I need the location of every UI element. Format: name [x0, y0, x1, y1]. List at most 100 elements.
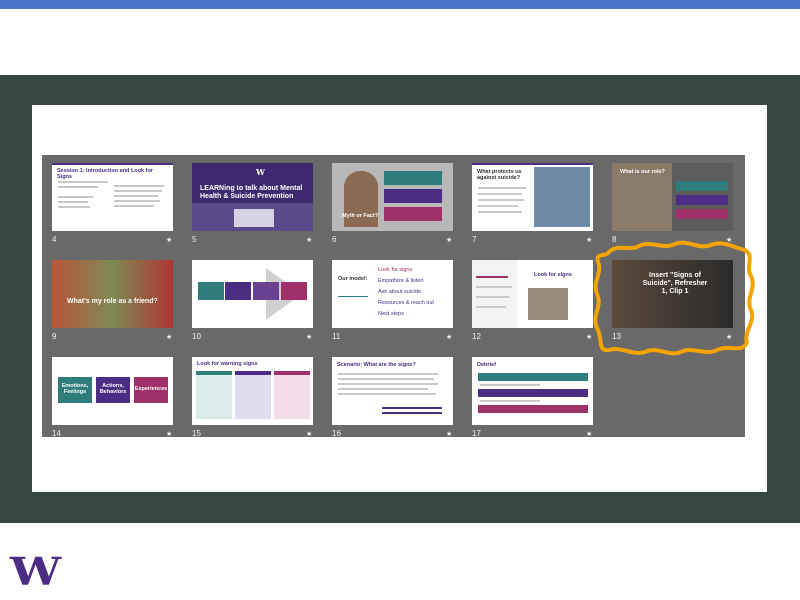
- slide-number: 6: [332, 235, 337, 244]
- slide-thumbnail[interactable]: Session 1: Introduction and Look for Sig…: [52, 163, 173, 231]
- slide-number: 10: [192, 332, 201, 341]
- top-accent-bar: [0, 0, 800, 9]
- text-line: [338, 388, 428, 390]
- step-box: [281, 282, 307, 300]
- text-line: [478, 205, 518, 207]
- slide-title: Session 1: Introduction and Look for Sig…: [57, 168, 153, 180]
- slide-thumbnail[interactable]: Look for signs: [472, 260, 593, 328]
- text-line: [476, 286, 512, 288]
- question-bar: [478, 389, 588, 397]
- model-step: Next steps: [378, 311, 404, 317]
- slide-thumbnail[interactable]: What's my role as a friend?: [52, 260, 173, 328]
- slide-title: What's my role as a friend?: [67, 298, 158, 305]
- sidebar-panel: [472, 260, 517, 328]
- text-line: [476, 276, 508, 278]
- model-step: Look for signs: [378, 267, 413, 273]
- role-box: [676, 209, 728, 219]
- slide-photo: [528, 288, 568, 320]
- text-line: [338, 393, 436, 395]
- divider: [338, 296, 368, 297]
- column-box: [235, 371, 271, 419]
- text-line: [382, 412, 442, 414]
- slide-title: Look for warning signs: [197, 361, 258, 367]
- slide-number: 14: [52, 429, 61, 438]
- text-line: [382, 407, 442, 409]
- star-icon: ★: [306, 334, 313, 341]
- slide-thumbnail[interactable]: Myth or Fact?: [332, 163, 453, 231]
- star-icon: ★: [586, 431, 593, 438]
- slide-title: Our model:: [338, 276, 368, 282]
- slide-photo: [534, 167, 590, 227]
- text-line: [478, 211, 522, 213]
- fact-box: [384, 207, 442, 221]
- slide-thumbnail[interactable]: [192, 260, 313, 328]
- text-line: [114, 195, 158, 197]
- slide-accent: [52, 163, 173, 165]
- star-icon: ★: [306, 431, 313, 438]
- text-line: [58, 201, 88, 203]
- uw-logo: W: [10, 549, 62, 594]
- star-icon: ★: [166, 334, 173, 341]
- slide-title: Scenario: What are the signs?: [337, 362, 416, 368]
- star-icon: ★: [446, 431, 453, 438]
- slide-title: What protects us against suicide?: [477, 169, 522, 181]
- fact-box: [384, 171, 442, 185]
- star-icon: ★: [586, 237, 593, 244]
- text-line: [338, 383, 438, 385]
- slide-number: 9: [52, 332, 57, 341]
- slide-title: Myth or Fact?: [342, 213, 379, 219]
- text-line: [58, 181, 108, 183]
- text-line: [114, 185, 164, 187]
- star-icon: ★: [446, 237, 453, 244]
- slide-number: 4: [52, 235, 57, 244]
- slide-title: Look for signs: [534, 272, 572, 278]
- uw-mini-logo: W: [256, 167, 265, 177]
- slide-thumbnail[interactable]: Scenario: What are the signs?: [332, 357, 453, 425]
- text-line: [478, 187, 526, 189]
- text-line: [58, 196, 93, 198]
- model-step: Ask about suicide: [378, 289, 422, 295]
- slide-title: LEARNing to talk about Mental Health & S…: [200, 185, 303, 200]
- slide-photo: [52, 260, 173, 328]
- text-line: [476, 306, 506, 308]
- star-icon: ★: [586, 334, 593, 341]
- question-bar: [478, 405, 588, 413]
- column-box: [196, 371, 232, 419]
- scribble-outline: [593, 240, 755, 356]
- text-line: [114, 190, 162, 192]
- highlight-annotation: [593, 240, 755, 356]
- column-box: [274, 371, 310, 419]
- slide-number: 7: [472, 235, 477, 244]
- text-line: [476, 296, 510, 298]
- text-line: [338, 378, 434, 380]
- slide-number: 16: [332, 429, 341, 438]
- slide-thumbnail[interactable]: Our model: Look for signs Empathize & li…: [332, 260, 453, 328]
- model-step: Empathize & listen: [378, 278, 424, 284]
- text-line: [114, 205, 154, 207]
- star-icon: ★: [166, 237, 173, 244]
- slide-thumbnail[interactable]: What protects us against suicide?: [472, 163, 593, 231]
- model-step: Resources & reach out: [378, 300, 434, 306]
- text-line: [480, 400, 540, 402]
- slide-thumbnail[interactable]: W LEARNing to talk about Mental Health &…: [192, 163, 313, 231]
- slide-thumbnail[interactable]: What is our role?: [612, 163, 733, 231]
- fact-box: [384, 189, 442, 203]
- category-box: Actions, Behaviors: [96, 377, 130, 403]
- text-line: [114, 200, 160, 202]
- category-box: Emotions, Feelings: [58, 377, 92, 403]
- star-icon: ★: [446, 334, 453, 341]
- step-box: [225, 282, 251, 300]
- slide-number: 12: [472, 332, 481, 341]
- slide-thumbnail[interactable]: Debrief: [472, 357, 593, 425]
- category-box: Experiences: [134, 377, 168, 403]
- slide-thumbnail[interactable]: Look for warning signs: [192, 357, 313, 425]
- slide-number: 15: [192, 429, 201, 438]
- slide-number: 5: [192, 235, 197, 244]
- role-box: [676, 195, 728, 205]
- slide-thumbnail[interactable]: Emotions, Feelings Actions, Behaviors Ex…: [52, 357, 173, 425]
- slide-accent: [472, 163, 593, 165]
- question-bar: [478, 373, 588, 381]
- slide-number: 17: [472, 429, 481, 438]
- step-box: [253, 282, 279, 300]
- text-line: [58, 186, 98, 188]
